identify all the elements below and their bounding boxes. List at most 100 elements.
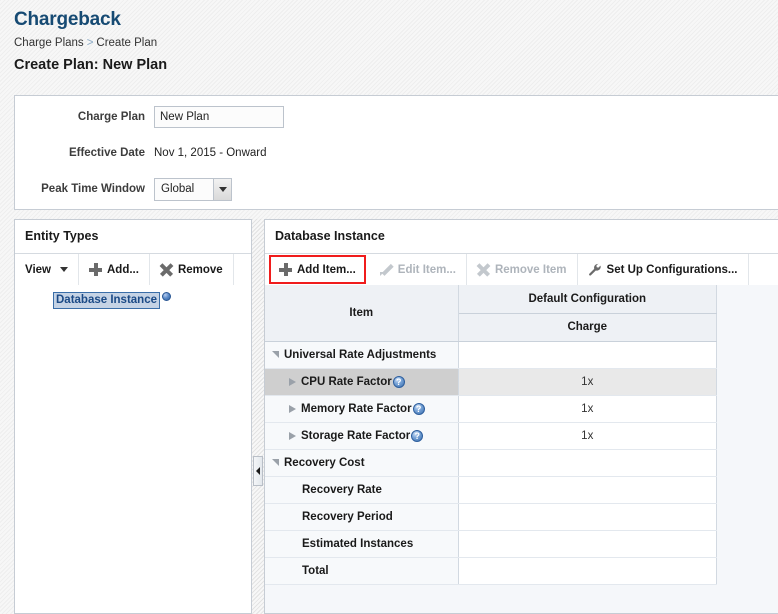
help-icon[interactable]: ?	[412, 402, 425, 415]
table-row[interactable]: CPU Rate Factor? 1x	[265, 368, 717, 396]
effective-date-value: Nov 1, 2015 - Onward	[154, 147, 267, 159]
expanded-twisty-icon[interactable]	[272, 351, 279, 358]
table-cell-charge[interactable]: 1x	[458, 395, 717, 423]
item-cell-content: Estimated Instances	[265, 531, 458, 557]
help-icon[interactable]: ?	[392, 375, 405, 388]
charge-items-table-body: Universal Rate Adjustments CPU Rate Facto…	[265, 341, 717, 585]
column-header-item[interactable]: Item	[265, 285, 459, 342]
breadcrumb-item-charge-plans[interactable]: Charge Plans	[14, 37, 84, 49]
table-row-label: Estimated Instances	[302, 537, 414, 550]
form-row-peak-time-window: Peak Time Window Global	[15, 174, 778, 204]
add-item-button[interactable]: Add Item...	[269, 255, 366, 284]
plus-icon	[89, 263, 102, 276]
pencil-icon	[379, 263, 393, 276]
collapsed-twisty-icon[interactable]	[289, 404, 296, 413]
panel-splitter[interactable]	[252, 219, 264, 614]
add-entity-button[interactable]: Add...	[79, 254, 150, 285]
table-row[interactable]: Total	[265, 557, 717, 585]
table-row[interactable]: Recovery Period	[265, 503, 717, 531]
table-row[interactable]: Estimated Instances	[265, 530, 717, 558]
remove-entity-label: Remove	[177, 263, 223, 276]
table-cell-item[interactable]: Memory Rate Factor?	[265, 395, 459, 423]
table-cell-charge[interactable]	[458, 341, 717, 369]
item-cell-content: Recovery Rate	[265, 477, 458, 503]
view-menu-label: View	[25, 263, 51, 276]
table-cell-charge[interactable]	[458, 530, 717, 558]
help-icon[interactable]: ?	[411, 429, 424, 442]
set-up-configurations-label: Set Up Configurations...	[606, 263, 738, 276]
charge-items-table-head: Item Default Configuration Charge	[265, 285, 717, 342]
table-cell-item[interactable]: Estimated Instances	[265, 530, 459, 558]
charge-plan-input[interactable]	[154, 106, 284, 128]
entity-types-panel: Entity Types View Add... Remove Database…	[14, 219, 252, 614]
table-cell-item[interactable]: Storage Rate Factor?	[265, 422, 459, 450]
item-cell-content: CPU Rate Factor?	[265, 369, 458, 395]
page-header: Chargeback Charge Plans > Create Plan Crea…	[0, 0, 778, 75]
collapsed-twisty-icon[interactable]	[289, 431, 296, 440]
item-cell-content: Storage Rate Factor?	[265, 423, 458, 449]
table-cell-charge[interactable]	[458, 449, 717, 477]
table-row-label: Storage Rate Factor	[301, 429, 411, 442]
chevron-down-icon	[60, 267, 68, 272]
view-menu-button[interactable]: View	[15, 254, 79, 285]
edit-item-button: Edit Item...	[370, 254, 467, 285]
breadcrumb: Charge Plans > Create Plan	[14, 35, 778, 51]
table-row[interactable]: Recovery Rate	[265, 476, 717, 504]
add-entity-label: Add...	[107, 263, 139, 276]
table-row[interactable]: Universal Rate Adjustments	[265, 341, 717, 369]
table-row-label: Recovery Period	[302, 510, 393, 523]
table-row-label: Memory Rate Factor	[301, 402, 412, 415]
breadcrumb-item-create-plan: Create Plan	[96, 37, 158, 49]
table-row[interactable]: Recovery Cost	[265, 449, 717, 477]
add-item-label: Add Item...	[297, 263, 356, 276]
remove-entity-button[interactable]: Remove	[150, 254, 234, 285]
collapse-left-icon[interactable]	[253, 456, 263, 486]
plan-details-form: Charge Plan Effective Date Nov 1, 2015 -…	[14, 95, 778, 210]
plus-icon	[279, 263, 292, 276]
form-row-effective-date: Effective Date Nov 1, 2015 - Onward	[15, 138, 778, 168]
column-header-charge[interactable]: Charge	[458, 312, 717, 342]
table-cell-charge[interactable]	[458, 503, 717, 531]
table-row[interactable]: Memory Rate Factor? 1x	[265, 395, 717, 423]
set-up-configurations-button[interactable]: Set Up Configurations...	[578, 254, 749, 285]
table-row[interactable]: Storage Rate Factor? 1x	[265, 422, 717, 450]
table-cell-charge[interactable]	[458, 476, 717, 504]
item-cell-content: Recovery Cost	[265, 450, 458, 476]
tree-item-label[interactable]: Database Instance	[53, 292, 160, 309]
charge-items-table: Item Default Configuration Charge Univer…	[265, 285, 717, 585]
table-cell-item[interactable]: Total	[265, 557, 459, 585]
item-cell-content: Total	[265, 558, 458, 584]
peak-time-window-select[interactable]: Global	[154, 177, 232, 201]
info-dot-icon[interactable]	[162, 292, 171, 301]
table-cell-charge[interactable]: 1x	[458, 422, 717, 450]
entity-types-title: Entity Types	[15, 220, 251, 254]
expanded-twisty-icon[interactable]	[272, 459, 279, 466]
table-cell-item[interactable]: Recovery Period	[265, 503, 459, 531]
table-row-label: Universal Rate Adjustments	[284, 348, 437, 361]
item-cell-content: Memory Rate Factor?	[265, 396, 458, 422]
table-cell-item[interactable]: Recovery Cost	[265, 449, 459, 477]
peak-time-window-label: Peak Time Window	[41, 183, 145, 195]
collapsed-twisty-icon[interactable]	[289, 377, 296, 386]
table-cell-item[interactable]: Recovery Rate	[265, 476, 459, 504]
edit-item-label: Edit Item...	[397, 263, 456, 276]
tree-item-database-instance[interactable]: Database Instance	[53, 292, 171, 309]
chevron-down-icon[interactable]	[213, 178, 231, 200]
database-instance-title: Database Instance	[265, 220, 778, 254]
table-header-row-group: Item Default Configuration	[265, 285, 717, 342]
table-cell-charge[interactable]: 1x	[458, 368, 717, 396]
table-cell-item[interactable]: CPU Rate Factor?	[265, 368, 459, 396]
charge-items-table-area: Item Default Configuration Charge Univer…	[265, 285, 778, 613]
table-row-label: Total	[302, 564, 329, 577]
table-cell-charge[interactable]	[458, 557, 717, 585]
table-cell-item[interactable]: Universal Rate Adjustments	[265, 341, 459, 369]
page-title: Create Plan: New Plan	[14, 57, 168, 73]
table-row-label: CPU Rate Factor	[301, 375, 392, 388]
form-row-charge-plan: Charge Plan	[15, 102, 778, 132]
x-icon	[477, 263, 490, 276]
database-instance-toolbar: Add Item... Edit Item... Remove Item Set…	[265, 254, 778, 286]
table-row-label: Recovery Rate	[302, 483, 382, 496]
item-cell-content: Recovery Period	[265, 504, 458, 530]
column-header-default-configuration: Default Configuration	[458, 285, 717, 314]
x-icon	[160, 263, 173, 276]
